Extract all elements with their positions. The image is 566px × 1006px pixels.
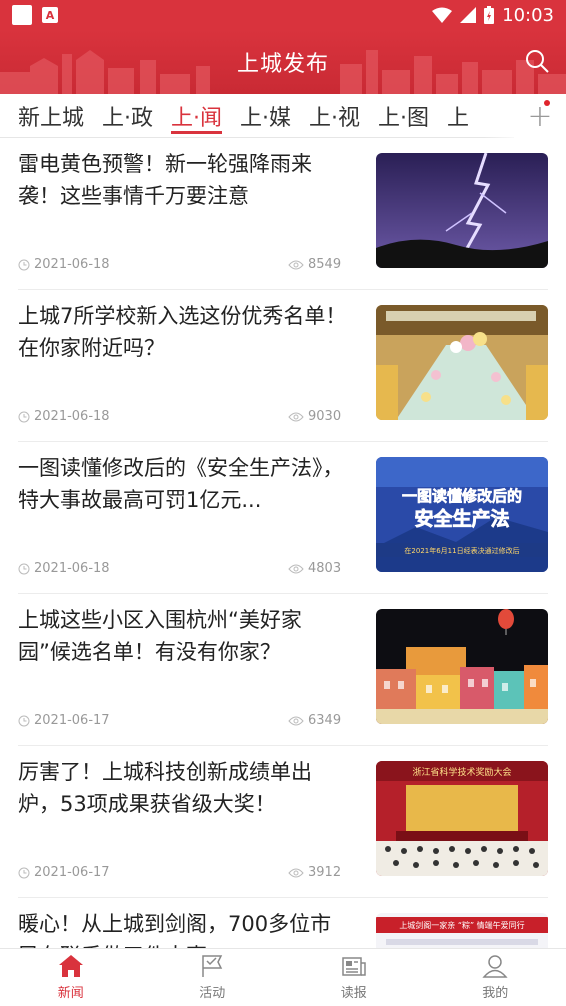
article-views: 6349 — [288, 713, 341, 728]
article-thumbnail: 上城剑阁一家亲 “粽” 情端午爱同行 — [376, 913, 548, 948]
category-tabs: 新上城 上·政 上·闻 上·媒 上·视 上·图 上 + — [0, 94, 566, 138]
eye-icon — [288, 260, 304, 269]
eye-icon — [288, 564, 304, 573]
user-icon — [482, 955, 508, 978]
tab-shang-more[interactable]: 上 — [447, 94, 469, 138]
nav-news[interactable]: 新闻 — [0, 949, 142, 1006]
hall-banner: 浙江省科学技术奖励大会 — [412, 766, 511, 778]
article-date: 2021-06-17 — [18, 713, 110, 728]
nav-newspaper[interactable]: 读报 — [283, 949, 425, 1006]
tab-shang-tu[interactable]: 上·图 — [378, 94, 429, 138]
clock-icon — [18, 867, 30, 878]
tab-shang-shi[interactable]: 上·视 — [309, 94, 360, 138]
article-title: 上城这些小区入围杭州“美好家园”候选名单！有没有你家？ — [18, 608, 302, 664]
list-item[interactable]: 雷电黄色预警！新一轮强降雨来袭！这些事情千万要注意 2021-06-18 854… — [18, 138, 548, 290]
clock-icon — [18, 563, 30, 574]
article-thumbnail: 一图读懂修改后的 安全生产法 在2021年6月11日经表决通过修改后 — [376, 457, 548, 572]
list-item[interactable]: 暖心！从上城到剑阁，700多位市民在联手做了件大事 上城剑阁一家亲 “粽” 情端… — [18, 898, 548, 948]
battery-icon — [484, 6, 495, 24]
search-icon — [526, 50, 549, 73]
newspaper-icon — [342, 957, 366, 976]
flag-icon — [202, 955, 223, 977]
nav-profile[interactable]: 我的 — [425, 949, 566, 1006]
article-thumbnail — [376, 305, 548, 420]
notification-icon — [12, 5, 32, 25]
event-banner: 上城剑阁一家亲 “粽” 情端午爱同行 — [399, 920, 524, 930]
article-list: 雷电黄色预警！新一轮强降雨来袭！这些事情千万要注意 2021-06-18 854… — [0, 138, 566, 948]
nav-activity[interactable]: 活动 — [142, 949, 284, 1006]
page-title: 上城发布 — [236, 52, 329, 77]
poster-headline-2: 安全生产法 — [414, 507, 509, 530]
article-thumbnail — [376, 153, 548, 268]
article-thumbnail: 浙江省科学技术奖励大会 — [376, 761, 548, 876]
status-time: 10:03 — [502, 4, 554, 26]
bottom-navigation: 新闻 活动 读报 我的 — [0, 948, 566, 1006]
article-views: 3912 — [288, 865, 341, 880]
list-item[interactable]: 厉害了！上城科技创新成绩单出炉，53项成果获省级大奖！ 2021-06-17 3… — [18, 746, 548, 898]
article-title: 暖心！从上城到剑阁，700多位市民在联手做了件大事 — [18, 912, 332, 948]
article-title: 厉害了！上城科技创新成绩单出炉，53项成果获省级大奖！ — [18, 760, 312, 816]
wifi-icon — [432, 7, 453, 23]
signal-icon — [460, 7, 477, 23]
add-tab-button[interactable]: + — [514, 94, 566, 138]
eye-icon — [288, 412, 304, 421]
poster-headline-1: 一图读懂修改后的 — [402, 487, 522, 505]
tab-shang-wen[interactable]: 上·闻 — [171, 94, 223, 138]
article-views: 8549 — [288, 257, 341, 272]
poster-footer: 在2021年6月11日经表决通过修改后 — [404, 546, 519, 555]
list-item[interactable]: 上城7所学校新入选这份优秀名单！在你家附近吗？ 2021-06-18 9030 — [18, 290, 548, 442]
article-date: 2021-06-17 — [18, 865, 110, 880]
app-header: 上城发布 — [0, 30, 566, 94]
list-item[interactable]: 一图读懂修改后的《安全生产法》，特大事故最高可罚1亿元... 2021-06-1… — [18, 442, 548, 594]
tab-shang-zheng[interactable]: 上·政 — [102, 94, 153, 138]
search-button[interactable] — [524, 48, 550, 74]
article-title: 雷电黄色预警！新一轮强降雨来袭！这些事情千万要注意 — [18, 152, 312, 208]
article-title: 上城7所学校新入选这份优秀名单！在你家附近吗？ — [18, 304, 347, 360]
clock-icon — [18, 411, 30, 422]
article-date: 2021-06-18 — [18, 257, 110, 272]
article-date: 2021-06-18 — [18, 409, 110, 424]
eye-icon — [288, 716, 304, 725]
article-views: 4803 — [288, 561, 341, 576]
tab-shang-mei[interactable]: 上·媒 — [240, 94, 291, 138]
article-date: 2021-06-18 — [18, 561, 110, 576]
article-thumbnail — [376, 609, 548, 724]
app-notification-icon: A — [42, 7, 58, 23]
status-bar: A 10:03 — [0, 0, 566, 30]
eye-icon — [288, 868, 304, 877]
new-dot-badge — [544, 100, 550, 106]
clock-icon — [18, 715, 30, 726]
clock-icon — [18, 259, 30, 270]
article-title: 一图读懂修改后的《安全生产法》，特大事故最高可罚1亿元... — [18, 456, 344, 512]
list-item[interactable]: 上城这些小区入围杭州“美好家园”候选名单！有没有你家？ 2021-06-17 6… — [18, 594, 548, 746]
article-views: 9030 — [288, 409, 341, 424]
tab-xin-shangcheng[interactable]: 新上城 — [18, 94, 84, 138]
home-icon — [58, 955, 83, 977]
